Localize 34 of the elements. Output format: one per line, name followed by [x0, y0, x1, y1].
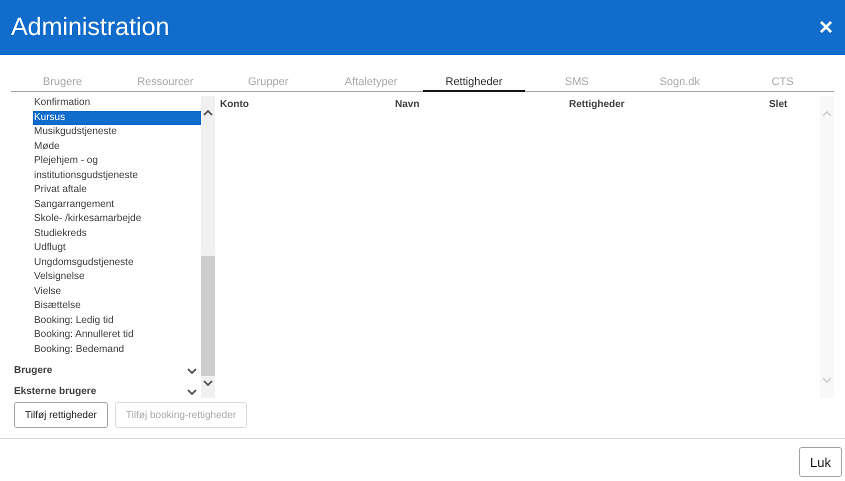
list-item[interactable]: Vielse — [33, 284, 201, 299]
group-header[interactable]: Brugere — [11, 360, 201, 381]
action-button[interactable]: Tilføj rettigheder — [14, 402, 108, 428]
list-item[interactable]: Ungdomsgudstjeneste — [33, 256, 201, 270]
list-item[interactable]: Booking: Annulleret tid — [33, 328, 201, 342]
list-item[interactable]: Udflugt — [33, 241, 201, 256]
scroll-down-icon[interactable] — [203, 380, 213, 386]
list-item[interactable]: Kursus — [33, 110, 201, 125]
column-header: Konto — [220, 99, 249, 110]
list-item[interactable]: Studiekreds — [33, 226, 201, 241]
group-label: Eksterne brugere — [14, 386, 96, 397]
column-header: Slet — [769, 99, 788, 110]
group-label: Brugere — [14, 365, 52, 376]
close-button[interactable]: × — [816, 14, 835, 42]
list-item[interactable]: Skole- /kirkesamarbejde — [33, 212, 201, 226]
list-item[interactable]: Møde — [33, 140, 201, 154]
column-header: Navn — [395, 99, 420, 110]
scrollbar-thumb[interactable] — [201, 256, 215, 376]
close-button[interactable]: Luk — [799, 447, 842, 477]
group-header[interactable]: Eksterne brugere — [11, 381, 201, 402]
list-item[interactable]: Privat aftale — [33, 183, 201, 198]
list-item[interactable]: Plejehjem - og institutionsgudstjeneste — [33, 154, 201, 183]
list-item[interactable]: Konfirmation — [33, 96, 201, 110]
tab[interactable]: Rettigheder — [422, 73, 526, 92]
window-title: Administration — [11, 13, 170, 42]
list-item[interactable]: Sangarrangement — [33, 198, 201, 212]
list-item[interactable]: Booking: Ledig tid — [33, 314, 201, 328]
scrollbar[interactable] — [201, 96, 215, 398]
scroll-up-icon[interactable] — [203, 110, 213, 116]
list-item[interactable]: Musikgudstjeneste — [33, 125, 201, 140]
list-item[interactable]: Velsignelse — [33, 270, 201, 284]
column-header: Rettigheder — [569, 99, 625, 110]
list-item[interactable]: Booking: Bedemand — [33, 342, 201, 357]
list-item[interactable]: Bisættelse — [33, 299, 201, 314]
